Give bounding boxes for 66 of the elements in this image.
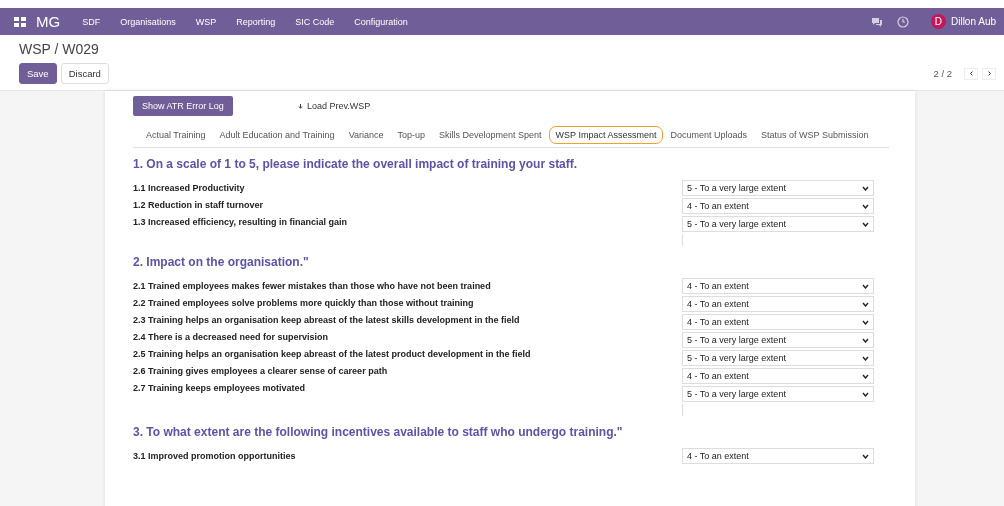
tab[interactable]: WSP Impact Assessment bbox=[548, 126, 664, 144]
caret-icon bbox=[862, 391, 869, 397]
answer-dropdown[interactable]: 4 - To an extent bbox=[682, 368, 874, 384]
answer-dropdown[interactable]: 5 - To a very large extent bbox=[682, 332, 874, 348]
app-name: MG bbox=[36, 13, 61, 30]
question-label: 2.4 There is a decreased need for supervision bbox=[133, 332, 330, 343]
caret-icon bbox=[862, 301, 869, 307]
tab[interactable]: Adult Education and Training bbox=[212, 126, 342, 144]
user-name[interactable]: Dillon Aub bbox=[950, 16, 996, 27]
arrow-down-icon bbox=[296, 103, 304, 109]
answer-dropdown[interactable]: 5 - To a very large extent bbox=[682, 350, 874, 366]
caret-icon bbox=[862, 319, 869, 325]
answer-dropdown[interactable]: 4 - To an extent bbox=[682, 278, 874, 294]
chat-icon[interactable] bbox=[870, 15, 883, 28]
breadcrumb[interactable]: WSP / W029 bbox=[19, 41, 996, 57]
answer-dropdown[interactable]: 5 - To a very large extent bbox=[682, 180, 874, 196]
question-label: 1.1 Increased Productivity bbox=[133, 183, 246, 194]
caret-icon bbox=[862, 453, 869, 459]
answer-dropdown[interactable]: 4 - To an extent bbox=[682, 448, 874, 464]
apps-grid-icon[interactable] bbox=[14, 16, 26, 27]
question-label: 2.1 Trained employees makes fewer mistakes than those who have not been trained bbox=[133, 281, 492, 292]
menu-item[interactable]: Reporting bbox=[236, 16, 276, 27]
section-heading: 2. Impact on the organisation." bbox=[133, 255, 310, 269]
question-label: 2.7 Training keeps employees motivated bbox=[133, 383, 307, 394]
discard-button[interactable]: Discard bbox=[60, 63, 109, 84]
question-label: 3.1 Improved promotion opportunities bbox=[133, 451, 296, 462]
caret-icon bbox=[862, 185, 869, 191]
tab[interactable]: Skills Development Spent bbox=[432, 126, 549, 144]
answer-dropdown[interactable]: 4 - To an extent bbox=[682, 198, 874, 214]
answer-dropdown[interactable]: 5 - To a very large extent bbox=[682, 386, 874, 402]
caret-icon bbox=[862, 221, 869, 227]
tab[interactable]: Actual Training bbox=[139, 126, 213, 144]
section-heading: 1. On a scale of 1 to 5, please indicate the overall impact of training your staff. bbox=[133, 157, 579, 171]
clock-icon[interactable] bbox=[896, 15, 909, 28]
menu-item[interactable]: WSP bbox=[195, 16, 217, 27]
caret-icon bbox=[862, 355, 869, 361]
answer-dropdown[interactable]: 4 - To an extent bbox=[682, 314, 874, 330]
question-label: 1.2 Reduction in staff turnover bbox=[133, 200, 265, 211]
load-previous-link[interactable]: Load Prev.WSP bbox=[296, 101, 371, 111]
section-heading: 3. To what extent are the following incentives available to staff who undergo training." bbox=[133, 425, 624, 439]
question-label: 2.3 Training helps an organisation keep abreast of the latest skills development in the field bbox=[133, 315, 521, 326]
chevron-left-icon bbox=[967, 71, 975, 76]
pager-counter: 2 / 2 bbox=[933, 68, 952, 79]
menu-item[interactable]: SDF bbox=[82, 16, 101, 27]
tab[interactable]: Variance bbox=[341, 126, 391, 144]
question-label: 2.2 Trained employees solve problems more quickly than those without training bbox=[133, 298, 475, 309]
answer-dropdown[interactable]: 4 - To an extent bbox=[682, 296, 874, 312]
caret-icon bbox=[862, 203, 869, 209]
menu-item[interactable]: Configuration bbox=[354, 16, 408, 27]
save-button[interactable]: Save bbox=[19, 63, 57, 84]
menu-item[interactable]: SIC Code bbox=[295, 16, 335, 27]
caret-icon bbox=[862, 283, 869, 289]
error-log-button[interactable]: Show ATR Error Log bbox=[133, 96, 233, 116]
menu-item[interactable]: Organisations bbox=[120, 16, 176, 27]
question-label: 1.3 Increased efficiency, resulting in financial gain bbox=[133, 217, 347, 228]
answer-dropdown[interactable]: 5 - To a very large extent bbox=[682, 216, 874, 232]
tab[interactable]: Document Uploads bbox=[663, 126, 754, 144]
caret-icon bbox=[862, 337, 869, 343]
caret-icon bbox=[862, 373, 869, 379]
previous-button[interactable] bbox=[964, 67, 978, 80]
user-avatar[interactable]: D bbox=[930, 14, 946, 29]
tab[interactable]: Top-up bbox=[390, 126, 433, 144]
question-label: 2.5 Training helps an organisation keep abreast of the latest product development in the field bbox=[133, 349, 531, 360]
next-button[interactable] bbox=[982, 67, 996, 80]
tab[interactable]: Status of WSP Submission bbox=[754, 126, 876, 144]
question-label: 2.6 Training gives employees a clearer sense of career path bbox=[133, 366, 389, 377]
